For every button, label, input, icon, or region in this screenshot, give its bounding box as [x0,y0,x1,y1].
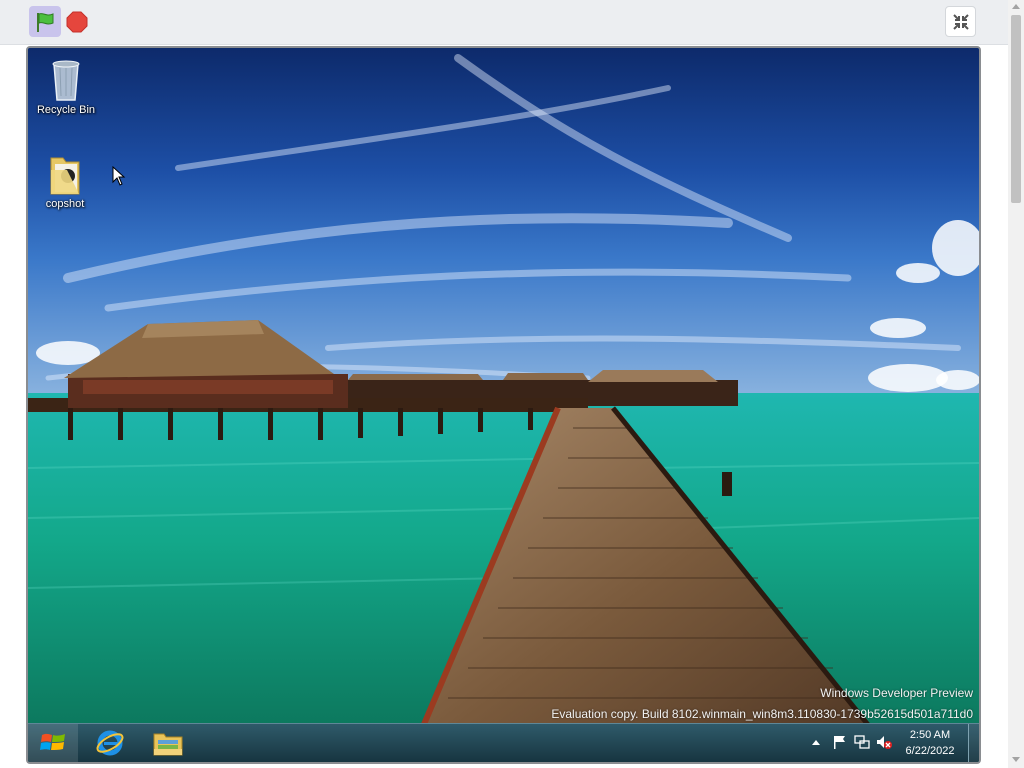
scroll-down-arrow-icon[interactable] [1012,757,1020,762]
desktop-wallpaper [28,48,979,762]
show-hidden-icons-chevron[interactable] [812,740,820,745]
scroll-up-arrow-icon[interactable] [1012,4,1020,9]
system-clock[interactable]: 2:50 AM 6/22/2022 [900,727,960,759]
taskbar: 2:50 AM 6/22/2022 [28,723,979,762]
file-explorer-icon [153,733,183,756]
desktop-icon-recycle-bin[interactable]: Recycle Bin [31,58,101,116]
clock-time: 2:50 AM [909,729,951,741]
desktop-icon-label: Recycle Bin [36,104,96,116]
desktop-icon-label: copshot [45,198,85,210]
page-scrollbar[interactable] [1008,0,1024,768]
stop-button[interactable] [66,11,88,33]
folder-icon [50,157,80,195]
scroll-thumb[interactable] [1011,15,1021,203]
exit-fullscreen-button[interactable] [945,6,976,37]
volume-muted-icon[interactable] [876,734,892,750]
stop-sign-icon [66,11,88,33]
green-flag-button[interactable] [29,6,61,37]
vm-screen[interactable]: Recycle Bin copshot Windows Developer Pr… [26,46,981,764]
compress-icon [952,13,969,30]
show-desktop-button[interactable] [968,724,979,762]
taskbar-app-internet-explorer[interactable] [88,726,132,760]
os-watermark-line1: Windows Developer Preview [820,686,973,700]
mouse-cursor-icon [112,166,126,186]
windows-start-icon [40,733,65,750]
internet-explorer-icon [96,730,124,756]
clock-date: 6/22/2022 [905,745,955,757]
desktop-icon-copshot[interactable]: copshot [30,152,100,210]
taskbar-app-file-explorer[interactable] [146,726,190,760]
start-button[interactable] [28,724,78,762]
recycle-bin-icon [52,60,80,101]
green-flag-icon [37,12,54,32]
toolbar [0,0,1008,45]
action-center-flag-icon[interactable] [832,734,848,750]
network-icon[interactable] [854,734,870,750]
os-watermark-line2: Evaluation copy. Build 8102.winmain_win8… [551,707,973,721]
